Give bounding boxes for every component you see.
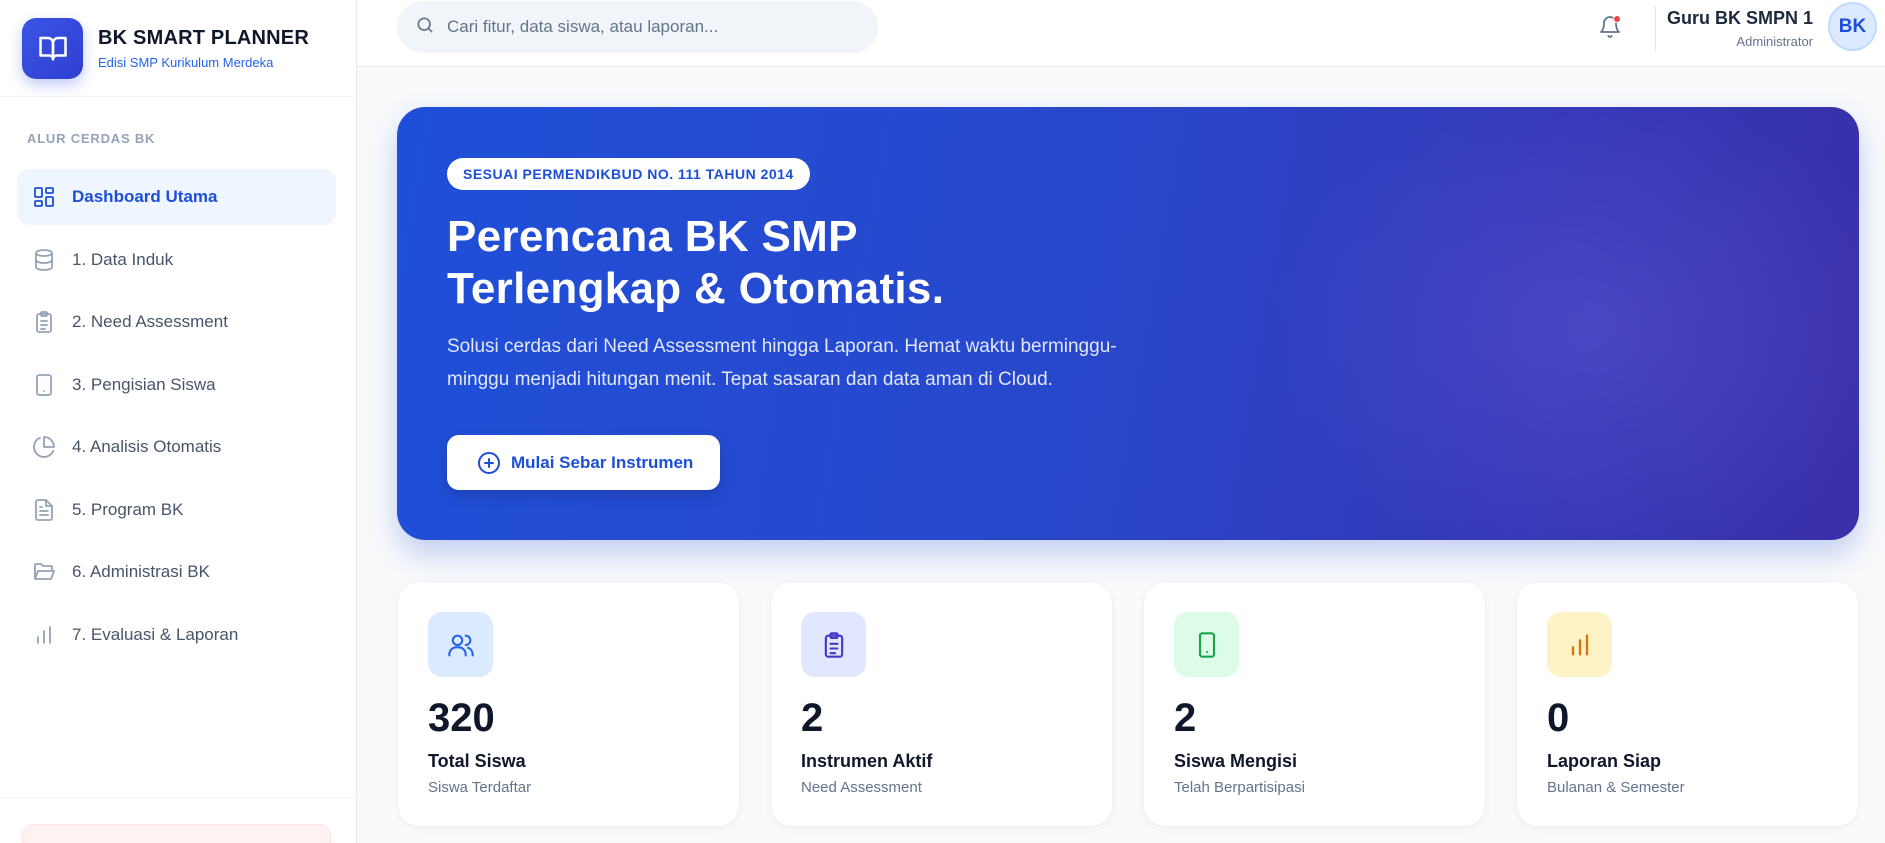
sidebar-nav: Dashboard Utama 1. Data Induk 2. Need As…: [17, 169, 336, 669]
sidebar-item-label: 7. Evaluasi & Laporan: [72, 624, 239, 644]
sidebar-item-label: 6. Administrasi BK: [72, 562, 210, 581]
user-info[interactable]: Guru BK SMPN 1 Administrator: [1667, 8, 1813, 49]
bar-chart-icon: [1547, 612, 1612, 677]
search-bar[interactable]: [397, 1, 878, 53]
stat-title: Instrumen Aktif: [801, 751, 933, 771]
stat-value: 2: [801, 696, 824, 740]
tablet-icon: [1174, 612, 1239, 677]
search-icon: [415, 15, 435, 40]
stat-card-instrumen-aktif[interactable]: 2 Instrumen Aktif Need Assessment: [770, 581, 1113, 827]
dashboard-grid-icon: [31, 184, 57, 210]
bar-chart-icon: [31, 622, 57, 648]
document-icon: [31, 497, 57, 523]
folder-open-icon: [31, 559, 57, 585]
hero-glow: [1239, 107, 1859, 540]
sidebar-divider: [0, 797, 357, 798]
user-name: Guru BK SMPN 1: [1666, 8, 1813, 28]
stat-subtitle: Need Assessment: [801, 779, 922, 796]
users-icon: [428, 612, 493, 677]
hero-badge: SESUAI PERMENDIKBUD NO. 111 TAHUN 2014: [447, 158, 810, 190]
sidebar-item-label: 2. Need Assessment: [72, 312, 228, 331]
book-open-icon: [22, 17, 83, 79]
stat-value: 0: [1547, 696, 1570, 740]
notification-bell-button[interactable]: [1595, 12, 1625, 42]
stat-subtitle: Bulanan & Semester: [1547, 779, 1685, 796]
tablet-icon: [31, 372, 57, 398]
sidebar-item-administrasi-bk[interactable]: 6. Administrasi BK: [17, 544, 336, 600]
brand-title: BK SMART PLANNER: [98, 26, 309, 49]
stat-subtitle: Siswa Terdaftar: [428, 779, 532, 796]
hero-description: Solusi cerdas dari Need Assessment hingg…: [447, 336, 1117, 390]
user-role: Administrator: [1736, 34, 1813, 49]
avatar[interactable]: BK: [1828, 2, 1877, 51]
top-header: Guru BK SMPN 1 Administrator BK: [357, 0, 1885, 67]
sidebar-item-evaluasi-laporan[interactable]: 7. Evaluasi & Laporan: [17, 607, 336, 663]
stat-value: 2: [1174, 696, 1197, 740]
logout-button[interactable]: [22, 824, 331, 843]
start-instrument-button[interactable]: Mulai Sebar Instrumen: [447, 435, 720, 490]
header-divider: [1655, 6, 1656, 52]
brand[interactable]: BK SMART PLANNER Edisi SMP Kurikulum Mer…: [0, 0, 356, 97]
sidebar-item-label: 1. Data Induk: [72, 249, 174, 269]
hero-title-line-1: Perencana BK SMP: [447, 212, 858, 261]
sidebar-item-label: 5. Program BK: [72, 499, 184, 519]
stat-card-siswa-mengisi[interactable]: 2 Siswa Mengisi Telah Berpartisipasi: [1143, 581, 1486, 827]
sidebar-item-label: 4. Analisis Otomatis: [72, 437, 222, 456]
hero-title-line-2: Terlengkap & Otomatis.: [447, 264, 945, 313]
stat-title: Laporan Siap: [1547, 751, 1662, 771]
nav-section-label: ALUR CERDAS BK: [27, 131, 156, 146]
sidebar-item-dashboard[interactable]: Dashboard Utama: [17, 169, 336, 225]
stat-value: 320: [428, 696, 495, 740]
clipboard-list-icon: [31, 309, 57, 335]
sidebar: BK SMART PLANNER Edisi SMP Kurikulum Mer…: [0, 0, 357, 843]
sidebar-item-data-induk[interactable]: 1. Data Induk: [17, 232, 336, 288]
sidebar-item-need-assessment[interactable]: 2. Need Assessment: [17, 294, 336, 350]
stat-subtitle: Telah Berpartisipasi: [1174, 779, 1305, 796]
stat-card-laporan-siap[interactable]: 0 Laporan Siap Bulanan & Semester: [1516, 581, 1859, 827]
sidebar-item-label: Dashboard Utama: [72, 187, 218, 206]
search-input[interactable]: [447, 17, 867, 37]
stat-card-total-siswa[interactable]: 320 Total Siswa Siswa Terdaftar: [397, 581, 740, 827]
brand-subtitle: Edisi SMP Kurikulum Merdeka: [98, 54, 274, 70]
sidebar-item-pengisian-siswa[interactable]: 3. Pengisian Siswa: [17, 357, 336, 413]
notification-dot: [1613, 15, 1621, 23]
pie-chart-icon: [31, 434, 57, 460]
hero-banner: SESUAI PERMENDIKBUD NO. 111 TAHUN 2014 P…: [397, 107, 1859, 540]
stat-title: Siswa Mengisi: [1174, 751, 1298, 771]
database-icon: [31, 247, 57, 273]
sidebar-item-program-bk[interactable]: 5. Program BK: [17, 482, 336, 538]
hero-title: Perencana BK SMP Terlengkap & Otomatis.: [447, 211, 944, 315]
stat-title: Total Siswa: [428, 751, 526, 771]
start-instrument-button-label: Mulai Sebar Instrumen: [511, 452, 694, 472]
clipboard-list-icon: [801, 612, 866, 677]
sidebar-item-label: 3. Pengisian Siswa: [72, 374, 216, 394]
plus-circle-icon: [478, 451, 500, 474]
sidebar-item-analisis-otomatis[interactable]: 4. Analisis Otomatis: [17, 419, 336, 475]
stats-cards: 320 Total Siswa Siswa Terdaftar 2 Instru…: [397, 581, 1859, 827]
